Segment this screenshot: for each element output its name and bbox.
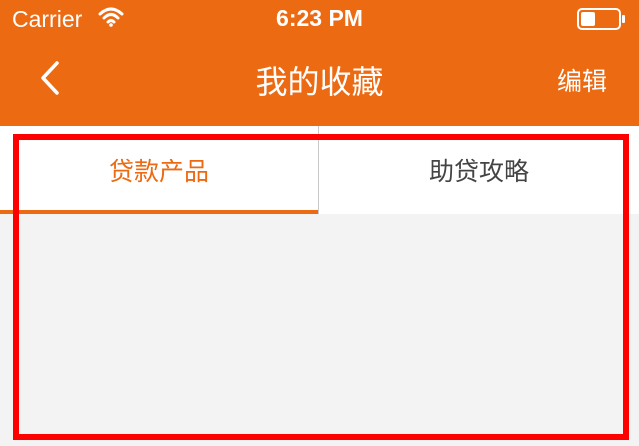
battery-icon bbox=[577, 8, 627, 34]
favorites-list-area bbox=[0, 214, 639, 446]
tab-label: 贷款产品 bbox=[108, 157, 209, 186]
tab-loan-guides[interactable]: 助贷攻略 bbox=[319, 126, 639, 214]
tab-bar: 贷款产品 助贷攻略 bbox=[0, 126, 639, 214]
tab-label: 助贷攻略 bbox=[428, 157, 529, 186]
edit-button[interactable]: 编辑 bbox=[557, 66, 607, 98]
tab-loan-products[interactable]: 贷款产品 bbox=[0, 126, 318, 214]
navigation-bar: 我的收藏 编辑 bbox=[0, 36, 639, 126]
status-time: 6:23 PM bbox=[276, 5, 363, 31]
page-title: 我的收藏 bbox=[255, 63, 384, 101]
status-bar: Carrier 6:23 PM bbox=[0, 0, 639, 36]
